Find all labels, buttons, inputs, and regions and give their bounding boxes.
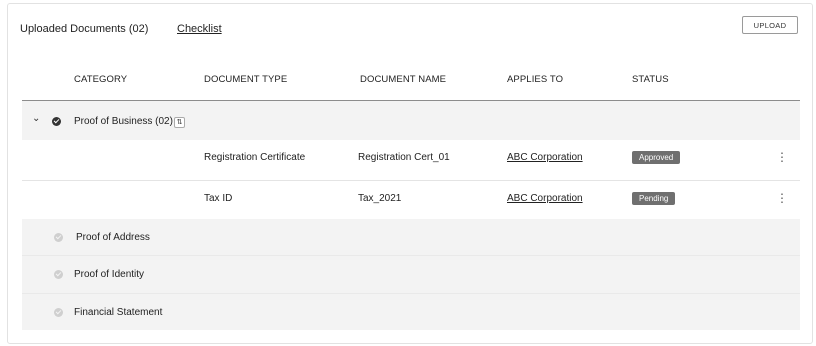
applies-to-link[interactable]: ABC Corporation <box>507 193 583 204</box>
document-name-cell: Registration Cert_01 <box>358 152 450 163</box>
column-header-document-type: DOCUMENT TYPE <box>204 74 288 85</box>
checklist-link[interactable]: Checklist <box>177 23 222 35</box>
table-row <box>22 181 800 219</box>
check-circle-icon <box>54 308 63 317</box>
column-header-status: STATUS <box>632 74 669 85</box>
document-type-cell: Registration Certificate <box>204 152 306 163</box>
column-header-category: CATEGORY <box>74 74 128 85</box>
uploaded-documents-card: Uploaded Documents (02) Checklist UPLOAD… <box>7 3 813 344</box>
uploaded-documents-title: Uploaded Documents (02) <box>20 23 149 35</box>
status-badge: Pending <box>632 192 676 205</box>
category-label: Financial Statement <box>74 307 163 318</box>
document-name-cell: Tax_2021 <box>358 193 402 204</box>
reorder-icon[interactable]: ⇅ <box>174 117 185 128</box>
column-header-applies-to: APPLIES TO <box>507 74 564 85</box>
more-vertical-icon[interactable]: ⋮ <box>776 191 788 205</box>
more-vertical-icon[interactable]: ⋮ <box>776 150 788 164</box>
document-type-cell: Tax ID <box>204 193 233 204</box>
upload-button[interactable]: UPLOAD <box>742 16 798 34</box>
check-circle-icon <box>52 117 61 126</box>
column-header-document-name: DOCUMENT NAME <box>360 74 447 85</box>
status-badge: Approved <box>632 151 681 164</box>
check-circle-icon <box>54 233 63 242</box>
category-label: Proof of Identity <box>74 269 145 280</box>
category-label: Proof of Address <box>76 232 150 243</box>
chevron-down-icon[interactable]: ⌄ <box>32 113 40 124</box>
category-label: Proof of Business (02) <box>74 116 173 127</box>
check-circle-icon <box>54 270 63 279</box>
applies-to-link[interactable]: ABC Corporation <box>507 152 583 163</box>
